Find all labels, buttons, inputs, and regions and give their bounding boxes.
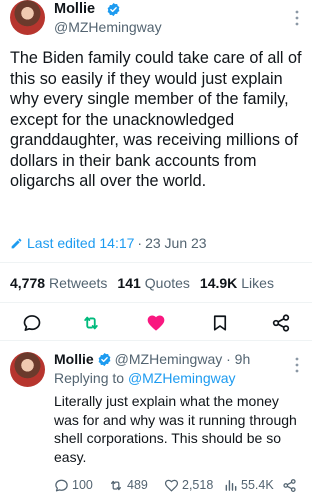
last-edited-label[interactable]: Last edited 14:17 xyxy=(27,235,134,251)
reply-share-button[interactable] xyxy=(282,476,300,494)
quotes-count[interactable]: 141 xyxy=(117,275,140,291)
reply-actions: 100 489 2,518 55.4K xyxy=(54,476,310,494)
reply-header: Mollie @MZHemingway · 9h xyxy=(54,350,250,368)
share-icon xyxy=(272,314,290,332)
like-heart-icon xyxy=(147,315,165,331)
verified-badge-icon xyxy=(107,2,120,17)
likes-count[interactable]: 14.9K xyxy=(200,275,237,291)
bookmark-icon xyxy=(213,315,227,331)
reply-reply-button[interactable]: 100 xyxy=(54,476,93,494)
replying-prefix: Replying to xyxy=(54,370,128,386)
author-handle[interactable]: @MZHemingway xyxy=(54,19,162,35)
reply-text: Literally just explain what the money wa… xyxy=(54,393,297,465)
like-button[interactable] xyxy=(145,312,167,334)
retweet-icon xyxy=(111,480,121,490)
reply-author-handle-time[interactable]: @MZHemingway · 9h xyxy=(115,351,251,367)
reply-views-count: 55.4K xyxy=(241,478,274,492)
reply-more-options-icon[interactable] xyxy=(294,356,300,374)
stats-row: 4,778 Retweets 141 Quotes 14.9K Likes xyxy=(10,274,284,292)
last-edited-row[interactable]: Last edited 14:17 · 23 Jun 23 xyxy=(10,234,207,252)
more-options-icon[interactable] xyxy=(294,9,300,27)
edit-separator: · xyxy=(137,235,143,251)
share-button[interactable] xyxy=(270,312,292,334)
like-heart-icon xyxy=(164,479,179,492)
divider-top xyxy=(0,262,312,263)
tweet-actions xyxy=(0,308,312,336)
verified-badge-icon xyxy=(98,352,111,366)
reply-retweet-button[interactable]: 489 xyxy=(108,476,148,494)
reply-views-button[interactable]: 55.4K xyxy=(224,476,274,494)
reply-author-avatar[interactable] xyxy=(10,352,45,387)
likes-label[interactable]: Likes xyxy=(241,275,274,291)
pencil-edit-icon xyxy=(11,238,22,248)
tweet-text: The Biden family could take care of all … xyxy=(10,49,302,190)
reply-like-button[interactable]: 2,518 xyxy=(164,476,213,494)
retweet-icon xyxy=(84,316,98,330)
replying-mention[interactable]: @MZHemingway xyxy=(128,370,236,386)
edit-date: 23 Jun 23 xyxy=(145,235,207,251)
replying-to: Replying to @MZHemingway xyxy=(54,370,236,386)
retweets-count[interactable]: 4,778 xyxy=(10,275,45,291)
author-avatar[interactable] xyxy=(10,0,45,35)
views-chart-icon xyxy=(225,479,237,491)
reply-retweet-count: 489 xyxy=(127,478,148,492)
bookmark-button[interactable] xyxy=(209,312,231,334)
share-icon xyxy=(283,478,296,492)
reply-count: 100 xyxy=(72,478,93,492)
main-tweet-header: Mollie @MZHemingway xyxy=(0,0,312,36)
quotes-label[interactable]: Quotes xyxy=(145,275,190,291)
divider-bottom xyxy=(0,340,312,341)
reply-like-count: 2,518 xyxy=(182,478,214,492)
reply-icon xyxy=(23,315,41,331)
reply-icon xyxy=(55,479,68,491)
reply-button[interactable] xyxy=(21,312,43,334)
reply-author-name[interactable]: Mollie xyxy=(54,351,94,367)
retweet-button[interactable] xyxy=(80,312,102,334)
author-name[interactable]: Mollie xyxy=(54,1,95,17)
divider-middle xyxy=(0,302,312,303)
retweets-label[interactable]: Retweets xyxy=(49,275,107,291)
